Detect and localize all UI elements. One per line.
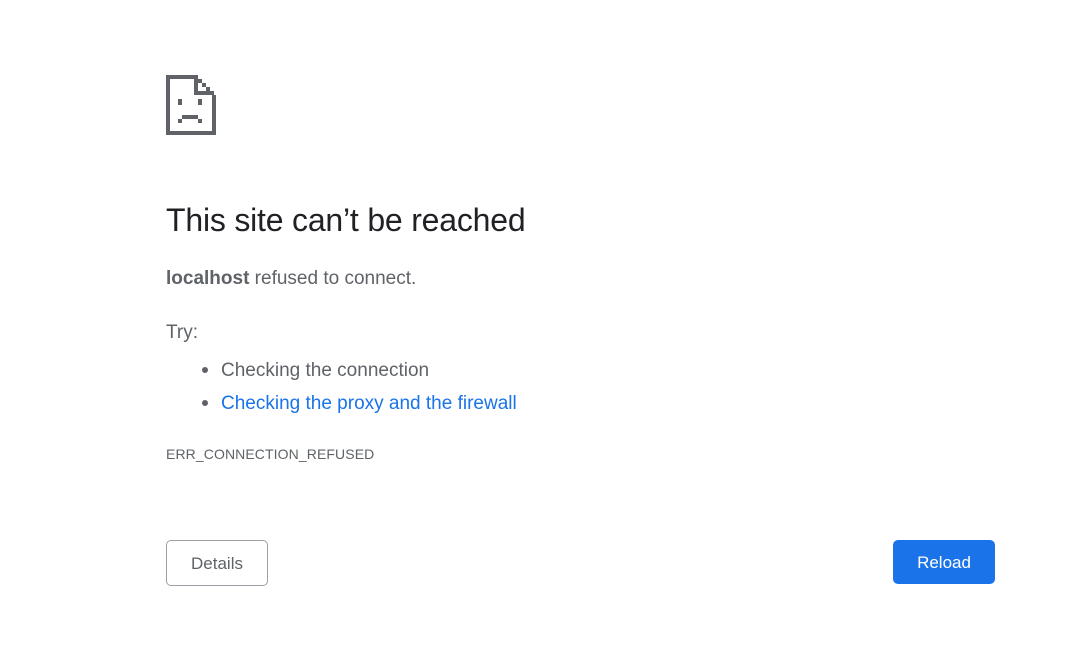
bullet-icon xyxy=(202,367,208,373)
suggestion-item-link: Checking the proxy and the firewall xyxy=(166,387,517,420)
host-name: localhost xyxy=(166,268,250,289)
bullet-icon xyxy=(202,400,208,406)
suggestion-text: Checking the connection xyxy=(221,360,430,381)
reload-button[interactable]: Reload xyxy=(893,540,995,584)
suggestion-item: Checking the connection xyxy=(166,354,517,387)
error-summary: localhost refused to connect. xyxy=(166,267,416,291)
try-label: Try: xyxy=(166,322,199,343)
details-button[interactable]: Details xyxy=(166,540,268,586)
summary-text: refused to connect. xyxy=(249,268,417,289)
suggestions-list: Checking the connection Checking the pro… xyxy=(166,354,517,420)
sad-page-icon xyxy=(166,75,216,135)
proxy-firewall-link[interactable]: Checking the proxy and the firewall xyxy=(221,393,517,414)
page-title: This site can’t be reached xyxy=(166,202,526,238)
error-page: This site can’t be reached localhost ref… xyxy=(0,0,1080,666)
error-code: ERR_CONNECTION_REFUSED xyxy=(166,446,375,462)
